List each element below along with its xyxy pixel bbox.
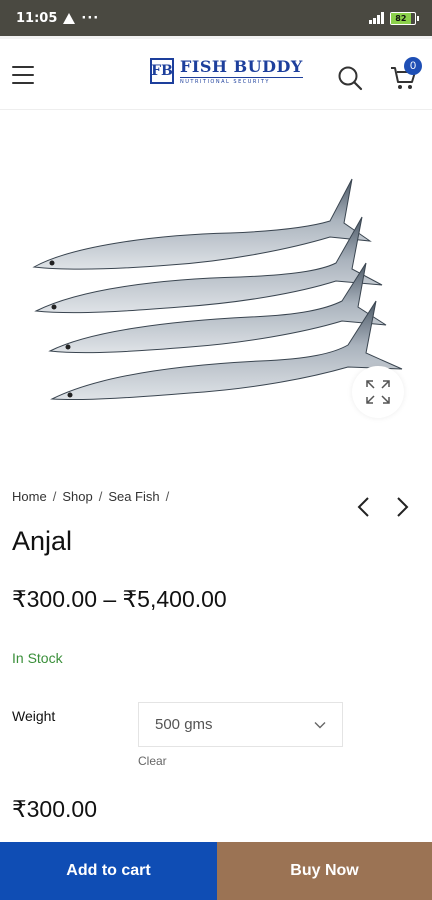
chevron-down-icon — [314, 721, 326, 728]
status-time: 11:05 — [16, 10, 58, 26]
warning-icon — [63, 12, 76, 24]
logo-name: FISH BUDDY — [180, 57, 303, 76]
brand-logo[interactable]: FB FISH BUDDY NUTRITIONAL SECURITY — [150, 57, 303, 85]
bottom-action-bar: Add to cart Buy Now — [0, 842, 432, 900]
breadcrumb-separator: / — [52, 489, 57, 504]
chevron-right-icon[interactable] — [392, 495, 412, 519]
breadcrumb: Home / Shop / Sea Fish / — [12, 489, 169, 504]
battery-icon: 82 — [390, 11, 419, 25]
product-nav — [354, 495, 412, 519]
weight-select[interactable]: 500 gms — [138, 702, 343, 747]
hamburger-menu-icon[interactable] — [12, 66, 34, 84]
breadcrumb-separator: / — [98, 489, 103, 504]
signal-icon — [369, 12, 384, 24]
clear-link[interactable]: Clear — [138, 754, 167, 768]
chevron-left-icon[interactable] — [354, 495, 374, 519]
product-title: Anjal — [12, 526, 73, 556]
price-range: ₹300.00 – ₹5,400.00 — [12, 586, 227, 612]
app-header: FB FISH BUDDY NUTRITIONAL SECURITY 0 — [0, 36, 432, 110]
battery-level: 82 — [391, 12, 411, 24]
logo-tagline: NUTRITIONAL SECURITY — [180, 77, 303, 85]
expand-icon[interactable] — [352, 366, 404, 418]
stock-status: In Stock — [12, 650, 63, 666]
breadcrumb-category[interactable]: Sea Fish — [108, 489, 159, 504]
add-to-cart-button[interactable]: Add to cart — [0, 842, 217, 900]
weight-label: Weight — [12, 708, 56, 724]
current-price: ₹300.00 — [12, 796, 97, 822]
breadcrumb-separator: / — [165, 489, 170, 504]
logo-mark: FB — [150, 58, 174, 84]
status-bar: 11:05 ··· 82 — [0, 0, 432, 36]
buy-now-button[interactable]: Buy Now — [217, 842, 432, 900]
product-gallery[interactable] — [0, 111, 432, 436]
breadcrumb-shop[interactable]: Shop — [62, 489, 92, 504]
notification-dots: ··· — [81, 10, 100, 26]
search-icon[interactable] — [337, 65, 363, 91]
weight-select-value: 500 gms — [155, 716, 213, 733]
cart-count-badge: 0 — [404, 57, 422, 75]
product-image — [32, 178, 403, 401]
breadcrumb-home[interactable]: Home — [12, 489, 47, 504]
